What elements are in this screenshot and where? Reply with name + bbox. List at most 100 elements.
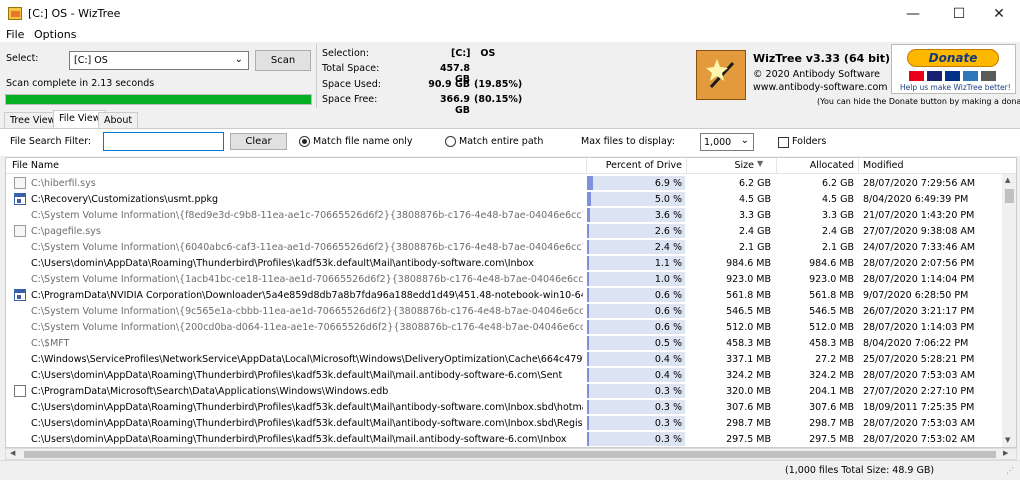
file-name-cell: C:\System Volume Information\{1acb41bc-c… [31, 274, 583, 285]
allocated-cell: 3.3 GB [821, 210, 854, 221]
table-row[interactable]: C:\System Volume Information\{6040abc6-c… [6, 239, 1002, 255]
amex-icon [963, 71, 978, 81]
modified-cell: 28/07/2020 2:07:56 PM [863, 258, 975, 269]
menu-file[interactable]: File [6, 28, 24, 42]
chevron-down-icon: ⌄ [740, 135, 749, 146]
column-file-name[interactable]: File Name [12, 160, 59, 171]
visa-icon [927, 71, 942, 81]
vertical-scrollbar[interactable]: ▲ ▼ [1002, 174, 1016, 447]
size-cell: 561.8 MB [726, 290, 771, 301]
allocated-cell: 561.8 MB [809, 290, 854, 301]
scroll-left-icon[interactable]: ◀ [10, 449, 15, 457]
allocated-cell: 204.1 MB [809, 386, 854, 397]
max-files-label: Max files to display: [581, 136, 675, 147]
column-divider[interactable] [686, 158, 687, 174]
vertical-scroll-thumb[interactable] [1005, 189, 1014, 203]
size-cell: 307.6 MB [726, 402, 771, 413]
percent-cell: 0.3 % [654, 434, 682, 445]
table-row[interactable]: C:\System Volume Information\{200cd0ba-d… [6, 319, 1002, 335]
percent-cell: 0.3 % [654, 386, 682, 397]
file-name-cell: C:\Recovery\Customizations\usmt.ppkg [31, 194, 219, 205]
resize-grip-icon[interactable]: ⋰ [1006, 466, 1014, 475]
file-name-cell: C:\ProgramData\Microsoft\Search\Data\App… [31, 386, 389, 397]
drive-select[interactable]: [C:] OS ⌄ [69, 51, 249, 70]
brand-website-link[interactable]: www.antibody-software.com [753, 82, 888, 93]
package-file-icon [14, 289, 26, 301]
menu-bar: File Options [0, 28, 1020, 42]
space-free-label: Space Free: [322, 94, 378, 105]
file-search-filter-label: File Search Filter: [10, 136, 92, 147]
size-cell: 298.7 MB [726, 418, 771, 429]
menu-options[interactable]: Options [34, 28, 76, 42]
selection-value: [C:] OS [451, 48, 496, 59]
table-row[interactable]: C:\ProgramData\Microsoft\Search\Data\App… [6, 383, 1002, 399]
size-cell: 337.1 MB [726, 354, 771, 365]
max-files-select[interactable]: 1,000 ⌄ [700, 133, 754, 151]
modified-cell: 24/07/2020 7:33:46 AM [863, 242, 976, 253]
column-size[interactable]: Size [688, 160, 754, 171]
chevron-down-icon: ⌄ [234, 54, 243, 65]
tab-about[interactable]: About [98, 112, 139, 128]
match-path-radio[interactable] [445, 136, 456, 147]
percent-cell: 0.5 % [654, 338, 682, 349]
file-search-filter-input[interactable] [103, 132, 224, 151]
table-row[interactable]: C:\pagefile.sys 2.6 % 2.4 GB 2.4 GB 27/07/20… [6, 223, 1002, 239]
percent-cell: 0.4 % [654, 354, 682, 365]
file-name-cell: C:\hiberfil.sys [31, 178, 96, 189]
scroll-up-icon[interactable]: ▲ [1005, 176, 1010, 184]
table-row[interactable]: C:\System Volume Information\{f8ed9e3d-c… [6, 207, 1002, 223]
horizontal-scrollbar[interactable]: ◀ ▶ [5, 448, 1017, 460]
percent-cell: 5.0 % [654, 194, 682, 205]
match-name-radio[interactable] [299, 136, 310, 147]
column-divider[interactable] [776, 158, 777, 174]
percent-cell: 2.4 % [654, 242, 682, 253]
donate-button[interactable]: Donate Help us make WizTree better! [891, 44, 1016, 94]
wizard-wand-logo-icon [696, 50, 746, 100]
close-button[interactable]: ✕ [976, 0, 1020, 28]
percent-cell: 0.3 % [654, 402, 682, 413]
scroll-right-icon[interactable]: ▶ [1003, 449, 1008, 457]
column-allocated[interactable]: Allocated [778, 160, 854, 171]
column-divider[interactable] [858, 158, 859, 174]
percent-bar-fill [587, 256, 589, 270]
allocated-cell: 512.0 MB [809, 322, 854, 333]
modified-cell: 28/07/2020 7:29:56 AM [863, 178, 976, 189]
allocated-cell: 2.4 GB [821, 226, 854, 237]
table-row[interactable]: C:\System Volume Information\{1acb41bc-c… [6, 271, 1002, 287]
folders-checkbox[interactable] [778, 137, 789, 148]
table-row[interactable]: C:\Users\domin\AppData\Roaming\Thunderbi… [6, 399, 1002, 415]
wiztree-app-icon [8, 7, 22, 20]
file-name-cell: C:\$MFT [31, 338, 70, 349]
percent-bar-fill [587, 432, 589, 446]
file-name-cell: C:\Users\domin\AppData\Roaming\Thunderbi… [31, 370, 563, 381]
column-percent[interactable]: Percent of Drive [586, 160, 682, 171]
size-cell: 2.1 GB [738, 242, 771, 253]
match-path-label: Match entire path [459, 136, 544, 147]
brand-name: WizTree v3.33 (64 bit) [753, 52, 891, 65]
table-row[interactable]: C:\hiberfil.sys 6.9 % 6.2 GB 6.2 GB 28/07/20… [6, 175, 1002, 191]
folders-label: Folders [792, 136, 827, 147]
match-name-label: Match file name only [313, 136, 413, 147]
scan-button[interactable]: Scan [255, 50, 311, 71]
paypal-icon [945, 71, 960, 81]
horizontal-scroll-thumb[interactable] [24, 451, 996, 458]
allocated-cell: 458.3 MB [809, 338, 854, 349]
table-row[interactable]: C:\Users\domin\AppData\Roaming\Thunderbi… [6, 255, 1002, 271]
table-row[interactable]: C:\Recovery\Customizations\usmt.ppkg 5.0 … [6, 191, 1002, 207]
table-row[interactable]: C:\Windows\ServiceProfiles\NetworkServic… [6, 351, 1002, 367]
percent-cell: 0.3 % [654, 418, 682, 429]
table-row[interactable]: C:\Users\domin\AppData\Roaming\Thunderbi… [6, 431, 1002, 447]
minimize-button[interactable]: — [890, 0, 936, 28]
drive-info-panel: Selection: [C:] OS Total Space: 457.8 GB… [316, 44, 693, 116]
table-row[interactable]: C:\System Volume Information\{9c565e1a-c… [6, 303, 1002, 319]
table-row[interactable]: C:\Users\domin\AppData\Roaming\Thunderbi… [6, 367, 1002, 383]
title-bar: [C:] OS - WizTree — ☐ ✕ [0, 0, 1020, 28]
clear-button[interactable]: Clear [230, 133, 287, 150]
scroll-down-icon[interactable]: ▼ [1005, 436, 1010, 444]
table-row[interactable]: C:\Users\domin\AppData\Roaming\Thunderbi… [6, 415, 1002, 431]
table-row[interactable]: C:\ProgramData\NVIDIA Corporation\Downlo… [6, 287, 1002, 303]
percent-cell: 0.4 % [654, 370, 682, 381]
percent-bar-fill [587, 368, 589, 382]
column-modified[interactable]: Modified [863, 160, 904, 171]
table-row[interactable]: C:\$MFT 0.5 % 458.3 MB 458.3 MB 8/04/2020 7:… [6, 335, 1002, 351]
